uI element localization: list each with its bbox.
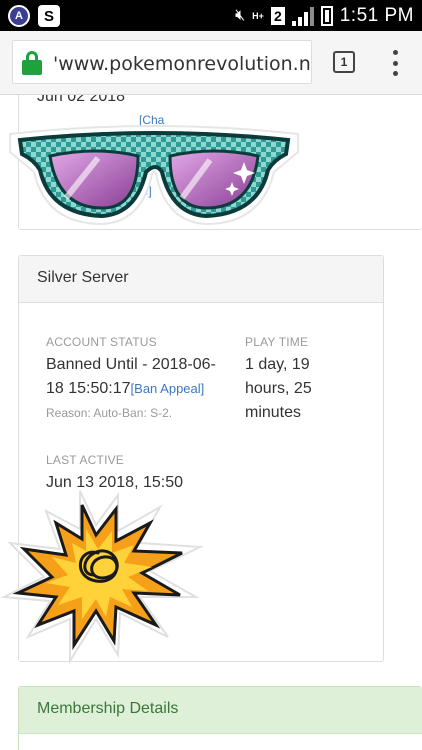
status-bar: A S 🔇︎ H+ 2 1:51 PM [0, 0, 422, 31]
url-text[interactable]: 'www.pokemonrevolution.net/c [53, 53, 311, 75]
play-time-label: PLAY TIME [245, 335, 309, 349]
ban-until-time: 18 15:50:17 [46, 380, 131, 397]
app-s-notification-icon: S [38, 5, 60, 27]
account-status-label: ACCOUNT STATUS [46, 335, 157, 349]
membership-card: Membership Details [18, 686, 422, 750]
tab-switcher-button[interactable]: 1 [333, 51, 355, 73]
overflow-menu-icon[interactable] [391, 50, 399, 76]
play-time-line2: hours, 25 [245, 380, 312, 397]
battery-icon [320, 6, 333, 26]
ban-appeal-link[interactable]: [Ban Appeal] [131, 381, 205, 396]
network-type: H+ [252, 11, 264, 21]
clock: 1:51 PM [339, 5, 414, 26]
date-value: Jun 02 2018 [37, 95, 126, 105]
lock-icon[interactable] [21, 51, 43, 75]
sim-indicator: 2 [270, 7, 285, 25]
play-time-line3: minutes [245, 404, 302, 421]
account-status-line1: Banned Until - 2018-06- [46, 356, 216, 373]
ban-reason: Reason: Auto-Ban: S-2. [46, 406, 173, 420]
app-notification-icon: A [8, 5, 30, 27]
play-time-line1: 1 day, 19 [245, 356, 310, 373]
account-status-line2-row: 18 15:50:17[Ban Appeal] [46, 377, 204, 400]
sunglasses-sticker-icon [9, 125, 299, 226]
angry-burst-sticker-icon [0, 490, 204, 665]
membership-title: Membership Details [19, 687, 422, 734]
card-title: Silver Server [19, 256, 383, 303]
address-bar[interactable]: 'www.pokemonrevolution.net/c [12, 40, 312, 84]
signal-icon [291, 6, 314, 26]
last-active-label: LAST ACTIVE [46, 453, 125, 467]
mute-icon: 🔇︎ [235, 7, 246, 24]
browser-toolbar: 'www.pokemonrevolution.net/c 1 [0, 31, 422, 95]
